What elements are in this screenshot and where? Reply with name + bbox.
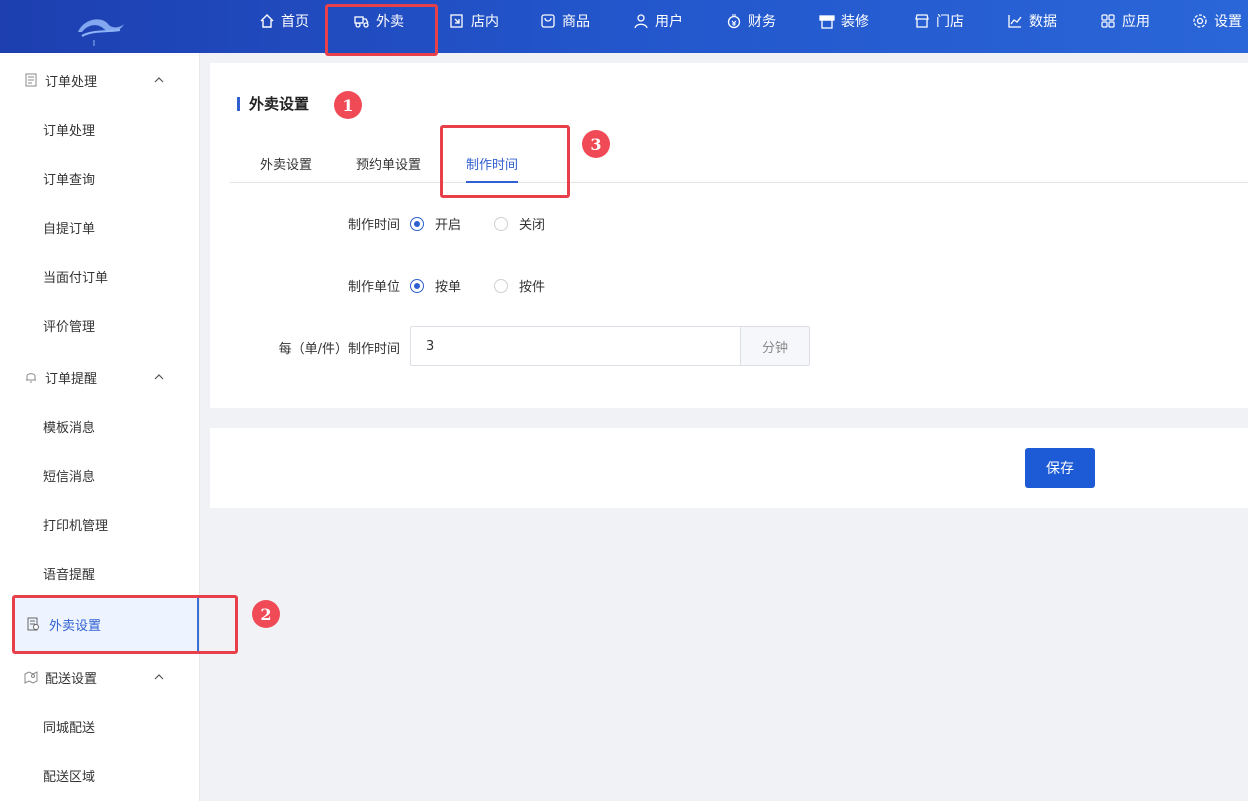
sidebar-group-label: 配送设置 [45, 671, 98, 687]
sidebar-item-order-process[interactable]: 订单处理 [43, 118, 95, 140]
nav-finance[interactable]: 财务 [726, 0, 776, 42]
page-title-text: 外卖设置 [249, 95, 310, 113]
radio-label: 开启 [435, 218, 462, 233]
nav-decorate-label: 装修 [841, 14, 869, 30]
radio-dot [494, 216, 508, 231]
action-card: 保存 [210, 428, 1248, 508]
brand-logo [78, 19, 124, 46]
make-time-label: 制作时间 [347, 218, 400, 233]
chevron-up-icon [154, 374, 164, 380]
radio-dot [494, 278, 508, 293]
nav-apps[interactable]: 应用 [1100, 0, 1150, 42]
annotation-box-nav [325, 4, 438, 56]
tab-bar: 外卖设置 预约单设置 制作时间 [230, 148, 1248, 183]
radio-label: 按件 [519, 280, 546, 295]
nav-settings-label: 设置 [1214, 14, 1242, 30]
tab-reservation-settings[interactable]: 预约单设置 [356, 154, 421, 183]
nav-store-in[interactable]: 店内 [449, 0, 499, 42]
per-time-input-group: 分钟 [410, 326, 810, 366]
nav-shop[interactable]: 门店 [914, 0, 964, 42]
sidebar: 订单处理 订单处理 订单查询 自提订单 当面付订单 评价管理 订单提醒 模板消息… [0, 53, 200, 801]
annotation-box-sidebar [12, 595, 238, 654]
bell-icon [26, 373, 36, 383]
sidebar-group-shipping[interactable]: 配送设置 [0, 662, 199, 692]
annotation-badge-2: 2 [252, 600, 280, 628]
radio-label: 按单 [435, 280, 462, 295]
money-icon [727, 14, 741, 29]
radio-dot [410, 278, 424, 293]
title-accent-bar [237, 96, 240, 111]
make-time-on-radio[interactable]: 开启 [410, 214, 461, 233]
nav-goods[interactable]: 商品 [540, 0, 590, 42]
make-time-off-radio[interactable]: 关闭 [494, 214, 545, 233]
chart-icon [1008, 15, 1022, 28]
radio-label: 关闭 [519, 218, 546, 233]
sidebar-item-order-query[interactable]: 订单查询 [43, 167, 95, 189]
radio-dot [410, 216, 424, 231]
nav-data-label: 数据 [1029, 14, 1057, 30]
save-button[interactable]: 保存 [1025, 448, 1095, 488]
nav-home[interactable]: 首页 [259, 0, 309, 42]
apps-icon [1101, 14, 1115, 28]
sidebar-group-label: 订单处理 [45, 74, 98, 90]
chevron-up-icon [154, 77, 164, 83]
chevron-up-icon [154, 674, 164, 680]
sidebar-item-pickup-order[interactable]: 自提订单 [43, 216, 95, 238]
nav-finance-label: 财务 [748, 14, 776, 30]
nav-decorate[interactable]: 装修 [819, 0, 869, 42]
order-doc-icon [25, 73, 37, 87]
annotation-badge-1: 1 [334, 91, 362, 119]
annotation-badge-3: 3 [582, 130, 610, 158]
gear-icon [1193, 14, 1207, 28]
goods-icon [541, 14, 555, 28]
nav-data[interactable]: 数据 [1007, 0, 1057, 42]
sidebar-item-delivery-area[interactable]: 配送区域 [43, 764, 95, 786]
sidebar-group-label: 订单提醒 [45, 371, 98, 387]
home-icon [260, 14, 274, 28]
make-unit-per-order-radio[interactable]: 按单 [410, 276, 461, 295]
minute-suffix: 分钟 [740, 327, 809, 365]
tab-delivery-settings[interactable]: 外卖设置 [260, 154, 312, 183]
nav-goods-label: 商品 [562, 14, 590, 30]
per-time-label: 每（单/件）制作时间 [278, 342, 400, 357]
per-time-input[interactable] [411, 327, 740, 365]
shop-icon [915, 14, 929, 28]
nav-settings[interactable]: 设置 [1192, 0, 1242, 42]
sidebar-item-voice[interactable]: 语音提醒 [43, 562, 95, 584]
sidebar-item-city-delivery[interactable]: 同城配送 [43, 715, 95, 737]
nav-user-label: 用户 [655, 14, 683, 30]
settings-card: 外卖设置 外卖设置 预约单设置 制作时间 制作时间 开启 关闭 制作单位 按单 … [210, 63, 1248, 408]
sidebar-item-sms[interactable]: 短信消息 [43, 464, 95, 486]
nav-shop-label: 门店 [936, 14, 964, 30]
sidebar-group-order-process[interactable]: 订单处理 [0, 65, 199, 95]
page-title: 外卖设置 [237, 93, 309, 114]
make-unit-label: 制作单位 [347, 280, 400, 295]
map-icon [24, 671, 38, 684]
nav-store-in-label: 店内 [471, 14, 499, 30]
make-unit-per-item-radio[interactable]: 按件 [494, 276, 545, 295]
annotation-box-tab [440, 125, 570, 198]
top-nav-bar: 首页 外卖 店内 商品 用户 财务 装修 门店 数据 应用 设置 [0, 0, 1248, 53]
nav-user[interactable]: 用户 [633, 0, 683, 42]
sidebar-item-printer[interactable]: 打印机管理 [43, 513, 108, 535]
sidebar-item-template-msg[interactable]: 模板消息 [43, 415, 95, 437]
sidebar-item-review[interactable]: 评价管理 [43, 314, 95, 336]
nav-home-label: 首页 [281, 14, 309, 30]
user-icon [634, 14, 648, 29]
store-in-icon [450, 14, 463, 28]
nav-apps-label: 应用 [1122, 14, 1150, 30]
decorate-icon [819, 15, 835, 29]
sidebar-group-order-remind[interactable]: 订单提醒 [0, 362, 199, 392]
sidebar-item-facepay-order[interactable]: 当面付订单 [43, 265, 108, 287]
